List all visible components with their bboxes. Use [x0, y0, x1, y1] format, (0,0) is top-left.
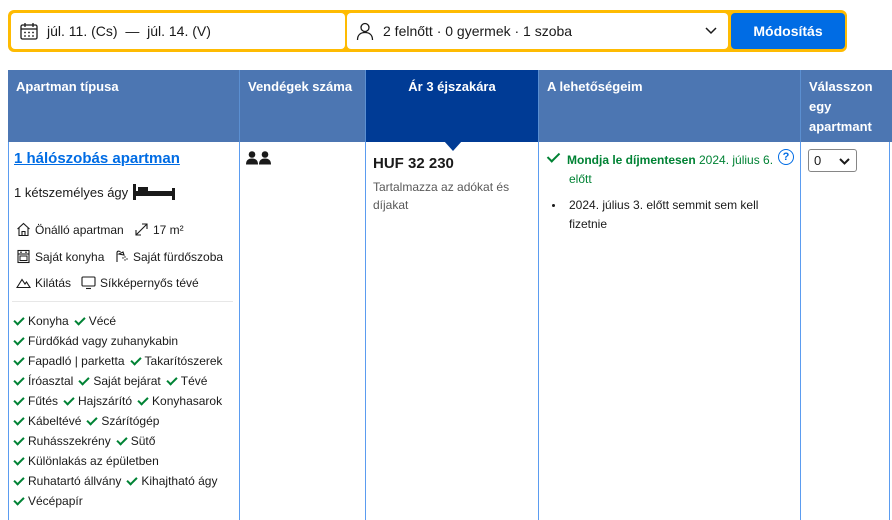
- amenity-row: Íróasztal Saját bejárat Tévé: [14, 374, 213, 388]
- amenity-row: Konyha Vécé: [14, 314, 122, 328]
- column-divider: [365, 142, 366, 520]
- bed-text: 1 kétszemélyes ágy: [14, 184, 129, 200]
- guest-summary-text: 2 felnőtt · 0 gyermek · 1 szoba: [383, 23, 573, 39]
- header-price[interactable]: Ár 3 éjszakára: [366, 70, 539, 142]
- double-bed-icon: [133, 184, 176, 200]
- amenity-row: Fürdőkád vagy zuhanykabin: [14, 334, 184, 348]
- feature-view: Kilátás: [16, 275, 71, 290]
- amenity-item: Vécépapír: [14, 494, 83, 508]
- date-picker[interactable]: júl. 11. (Cs) — júl. 14. (V): [11, 13, 345, 49]
- tv-icon: [81, 276, 96, 290]
- amenity-item: Ruhásszekrény: [14, 434, 111, 448]
- feature-apartment: Önálló apartman: [16, 222, 124, 237]
- column-divider: [800, 142, 801, 520]
- amenity-row: Vécépapír: [14, 494, 89, 508]
- info-icon[interactable]: ?: [778, 149, 794, 165]
- guest-picker[interactable]: 2 felnőtt · 0 gyermek · 1 szoba: [347, 13, 728, 49]
- amenity-item: Kábeltévé: [14, 414, 81, 428]
- room-quantity-select[interactable]: 0: [808, 149, 857, 172]
- amenity-item: Fapadló | parketta: [14, 354, 125, 368]
- free-cancellation: Mondja le díjmentesen 2024. július 6. el…: [546, 149, 787, 189]
- amenity-row: Fapadló | parketta Takarítószerek: [14, 354, 229, 368]
- bed-info: 1 kétszemélyes ágy: [14, 183, 176, 201]
- checkmark-icon: [546, 149, 561, 163]
- section-divider: [12, 301, 233, 302]
- shower-icon: [116, 250, 128, 262]
- amenity-item: Takarítószerek: [131, 354, 223, 368]
- amenity-item: Ruhatartó állvány: [14, 474, 121, 488]
- chevron-down-icon: [705, 27, 717, 35]
- stove-icon: [17, 249, 30, 264]
- feature-tv: Síkképernyős tévé: [81, 275, 199, 290]
- amenity-item: Sütő: [117, 434, 156, 448]
- amenity-item: Konyhasarok: [138, 394, 222, 408]
- feature-kitchen: Saját konyha: [16, 249, 104, 264]
- date-range-text: júl. 11. (Cs) — júl. 14. (V): [47, 23, 211, 39]
- sort-indicator: [444, 141, 462, 151]
- chevron-down-icon: [839, 158, 850, 165]
- amenity-row: Ruhatartó állvány Kihajtható ágy: [14, 474, 223, 488]
- calendar-icon: [20, 23, 38, 40]
- column-divider: [538, 142, 539, 520]
- amenity-row: Kábeltévé Szárítógép: [14, 414, 165, 428]
- two-persons-icon: [246, 151, 271, 165]
- search-bar: júl. 11. (Cs) — júl. 14. (V) 2 felnőtt ·…: [8, 10, 847, 52]
- amenity-row: Ruhásszekrény Sütő: [14, 434, 161, 448]
- column-divider: [8, 142, 9, 520]
- amenity-item: Kihajtható ágy: [127, 474, 217, 488]
- amenity-item: Konyha: [14, 314, 69, 328]
- resize-icon: [135, 223, 148, 236]
- mountain-icon: [16, 278, 31, 289]
- feature-size: 17 m²: [134, 222, 184, 237]
- header-select: Válasszon egy apartmant: [809, 79, 873, 134]
- amenity-item: Hajszárító: [64, 394, 132, 408]
- header-room-type: Apartman típusa: [8, 70, 240, 142]
- amenity-row: Fűtés Hajszárító Konyhasarok: [14, 394, 228, 408]
- amenity-item: Szárítógép: [87, 414, 159, 428]
- person-icon: [356, 22, 374, 41]
- column-divider: [889, 142, 890, 520]
- amenity-item: Tévé: [167, 374, 208, 388]
- house-icon: [17, 222, 30, 237]
- amenity-item: Fűtés: [14, 394, 58, 408]
- header-guests: Vendégek száma: [240, 70, 366, 142]
- column-divider: [239, 142, 240, 520]
- no-prepayment: 2024. július 3. előtt semmit sem kell fi…: [552, 196, 783, 234]
- modify-search-button[interactable]: Módosítás: [731, 13, 845, 49]
- price-amount: HUF 32 230: [373, 155, 454, 172]
- amenity-row: Különlakás az épületben: [14, 454, 165, 468]
- feature-bathroom: Saját fürdőszoba: [114, 249, 223, 264]
- amenity-item: Saját bejárat: [79, 374, 160, 388]
- room-name-link[interactable]: 1 hálószobás apartman: [14, 150, 180, 167]
- amenity-item: Íróasztal: [14, 374, 73, 388]
- header-options: A lehetőségeim: [539, 70, 801, 142]
- amenity-item: Különlakás az épületben: [14, 454, 159, 468]
- amenity-item: Fürdőkád vagy zuhanykabin: [14, 334, 178, 348]
- price-tax-note: Tartalmazza az adókat és díjakat: [373, 180, 510, 212]
- amenity-item: Vécé: [75, 314, 116, 328]
